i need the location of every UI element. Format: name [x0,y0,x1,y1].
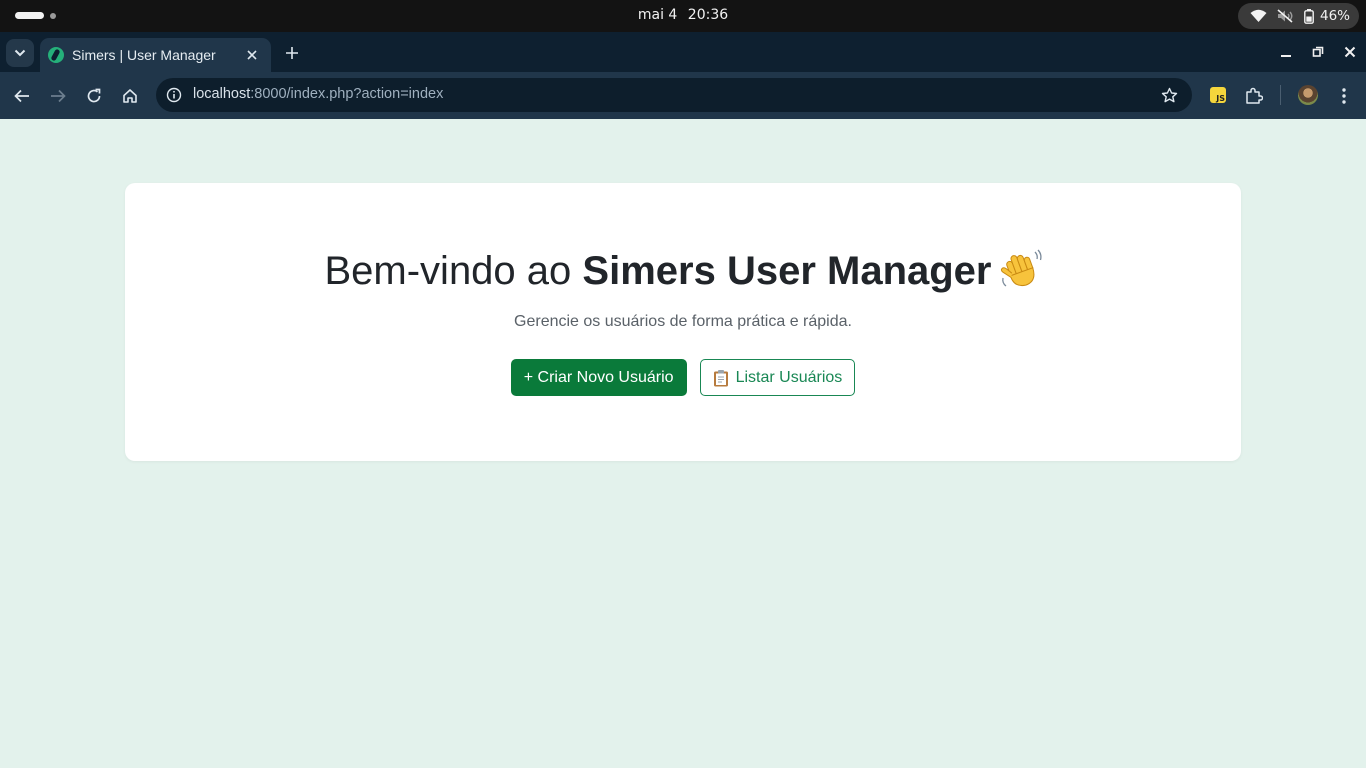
create-user-label: + Criar Novo Usuário [523,368,674,386]
star-icon [1161,87,1177,102]
create-user-button[interactable]: + Criar Novo Usuário [510,359,687,396]
window-controls [1270,32,1366,72]
close-icon [1344,46,1356,58]
clock-date: mai 4 [637,7,678,23]
battery-percentage: 46% [1320,8,1351,24]
tab-active[interactable]: Simers | User Manager [40,38,271,72]
tab-search-button[interactable] [6,39,34,67]
volume-muted-icon [1277,9,1294,23]
arrow-right-icon [51,89,66,103]
home-icon [123,89,137,103]
page-subtitle: Gerencie os usuários de forma prática e … [514,313,852,330]
reload-button[interactable] [79,81,109,111]
minimize-button[interactable] [1270,36,1302,68]
more-vertical-icon [1342,88,1346,104]
url-path: :8000/index.php?action=index [250,86,444,102]
back-button[interactable] [7,81,37,111]
tab-close-button[interactable] [243,46,261,64]
title-app-name: Simers User Manager [582,249,992,293]
address-bar[interactable]: localhost:8000/index.php?action=index [156,78,1192,112]
system-top-bar: mai 4 20:36 46% [0,0,1366,32]
close-icon [247,50,257,60]
forward-button[interactable] [43,81,73,111]
system-tray[interactable]: 46% [1238,3,1359,29]
plus-icon [286,47,298,59]
wifi-icon [1250,9,1267,23]
welcome-card: Bem-vindo ao Simers User Manager Gerenci… [125,183,1241,461]
minimize-icon [1281,55,1291,57]
battery-icon [1304,8,1314,24]
profile-avatar[interactable] [1298,85,1318,105]
clock-time: 20:36 [687,7,729,23]
title-prefix: Bem-vindo ao [324,249,583,293]
arrow-left-icon [14,89,29,103]
javascript-extension-icon[interactable]: JS [1210,87,1226,103]
url-text[interactable]: localhost:8000/index.php?action=index [193,86,443,102]
url-host: localhost [193,86,251,102]
list-users-label: Listar Usuários [735,368,843,386]
close-window-button[interactable] [1334,36,1366,68]
maximize-button[interactable] [1302,36,1334,68]
puzzle-icon [1246,87,1263,104]
bookmark-button[interactable] [1160,86,1178,104]
browser-tab-strip: Simers | User Manager [0,32,1366,72]
extensions-button[interactable] [1239,81,1269,111]
action-buttons: + Criar Novo Usuário Listar Usuários [125,359,1241,396]
chevron-down-icon [14,49,26,57]
list-users-button[interactable]: Listar Usuários [699,359,856,396]
waving-hand-icon [1000,249,1042,287]
site-info-button[interactable] [164,85,184,105]
new-tab-button[interactable] [281,42,303,64]
reload-icon [87,88,101,103]
site-favicon-icon [48,47,64,63]
info-icon [166,87,182,103]
restore-icon [1312,46,1324,57]
toolbar-divider [1280,85,1281,105]
clock[interactable]: mai 4 20:36 [0,7,1366,23]
clipboard-icon [713,369,728,386]
browser-menu-button[interactable] [1329,81,1359,111]
page-title: Bem-vindo ao Simers User Manager [125,247,1241,295]
tab-title: Simers | User Manager [72,47,216,63]
home-button[interactable] [115,81,145,111]
